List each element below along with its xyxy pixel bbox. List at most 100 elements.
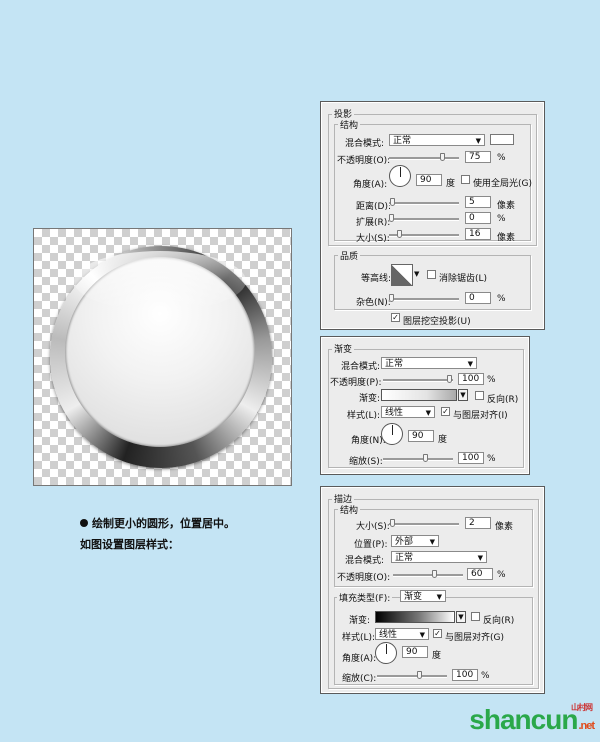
stroke-opacity-slider[interactable] xyxy=(393,570,463,578)
quality-title: 品质 xyxy=(338,249,361,262)
go-angle-input[interactable]: 90 xyxy=(408,430,434,442)
size-input[interactable]: 16 xyxy=(465,228,491,240)
stroke-style-select[interactable]: 线性 ▼ xyxy=(375,628,429,640)
go-gradient-label: 渐变: xyxy=(359,394,381,404)
go-opacity-slider-thumb[interactable] xyxy=(447,375,452,383)
canvas-preview xyxy=(33,228,292,486)
chevron-down-icon[interactable]: ▼ xyxy=(458,389,468,401)
go-opacity-slider[interactable] xyxy=(383,375,453,383)
global-light-checkbox[interactable] xyxy=(461,175,470,184)
noise-unit: % xyxy=(497,294,506,304)
contour-picker[interactable] xyxy=(391,264,413,286)
stroke-angle-dial[interactable] xyxy=(375,642,397,664)
chevron-down-icon: ▼ xyxy=(425,409,431,417)
instruction-line-2: 如图设置图层样式： xyxy=(80,538,179,551)
stroke-structure-title: 结构 xyxy=(338,503,361,516)
go-align-checkbox[interactable]: ✓ xyxy=(441,407,450,416)
bullet-icon xyxy=(80,519,88,527)
stroke-scale-input[interactable]: 100 xyxy=(452,669,478,681)
stroke-size-slider[interactable] xyxy=(389,519,459,527)
stroke-scale-slider[interactable] xyxy=(377,671,447,679)
go-style-select[interactable]: 线性 ▼ xyxy=(381,406,435,418)
stroke-size-slider-thumb[interactable] xyxy=(390,519,395,527)
go-scale-slider-thumb[interactable] xyxy=(423,454,428,462)
go-gradient-picker[interactable]: ▼ xyxy=(381,389,468,401)
spread-label: 扩展(R): xyxy=(356,218,391,228)
stroke-scale-unit: % xyxy=(481,671,490,681)
go-blend-mode-select[interactable]: 正常 ▼ xyxy=(381,357,477,369)
distance-slider[interactable] xyxy=(389,198,459,206)
go-scale-input[interactable]: 100 xyxy=(458,452,484,464)
stroke-blend-mode-select[interactable]: 正常 ▼ xyxy=(391,551,487,563)
opacity-input[interactable]: 75 xyxy=(465,151,491,163)
opacity-unit: % xyxy=(497,153,506,163)
stroke-reverse-checkbox[interactable] xyxy=(471,612,480,621)
opacity-slider[interactable] xyxy=(389,153,459,161)
blend-mode-select[interactable]: 正常 ▼ xyxy=(389,134,485,146)
stroke-position-select[interactable]: 外部 ▼ xyxy=(391,535,439,547)
stroke-opacity-slider-thumb[interactable] xyxy=(432,570,437,578)
chevron-down-icon[interactable]: ▼ xyxy=(456,611,466,623)
drop-shadow-panel: 投影 结构 混合模式: 正常 ▼ 不透明度(O): 75 % 角度(A): 90 … xyxy=(320,101,545,330)
shadow-color-swatch[interactable] xyxy=(490,134,514,145)
anti-alias-checkbox[interactable] xyxy=(427,270,436,279)
fill-type-label: 填充类型(F): xyxy=(337,591,393,604)
angle-unit: 度 xyxy=(446,179,456,189)
go-reverse-checkbox[interactable] xyxy=(475,391,484,400)
stroke-position-value: 外部 xyxy=(395,537,414,547)
spread-slider[interactable] xyxy=(389,214,459,222)
gradient-overlay-panel: 渐变 混合模式: 正常 ▼ 不透明度(P): 100 % 渐变: ▼ 反向(R) … xyxy=(320,336,530,475)
go-angle-unit: 度 xyxy=(438,435,448,445)
stroke-align-label: 与图层对齐(G) xyxy=(445,633,504,643)
stroke-opacity-input[interactable]: 60 xyxy=(467,568,493,580)
angle-input[interactable]: 90 xyxy=(416,174,442,186)
noise-label: 杂色(N): xyxy=(356,298,391,308)
knockout-checkbox[interactable]: ✓ xyxy=(391,313,400,322)
go-scale-slider[interactable] xyxy=(383,454,453,462)
watermark-suffix: .net xyxy=(578,720,595,732)
distance-label: 距离(D): xyxy=(356,202,391,212)
contour-label: 等高线: xyxy=(361,274,392,284)
spread-slider-thumb[interactable] xyxy=(389,214,394,222)
spread-input[interactable]: 0 xyxy=(465,212,491,224)
size-slider-thumb[interactable] xyxy=(397,230,402,238)
go-opacity-input[interactable]: 100 xyxy=(458,373,484,385)
size-unit: 像素 xyxy=(497,233,516,243)
size-slider[interactable] xyxy=(389,230,459,238)
watermark-text: shancun xyxy=(469,704,578,735)
stroke-gradient-label: 渐变: xyxy=(349,616,371,626)
stroke-angle-input[interactable]: 90 xyxy=(402,646,428,658)
stroke-style-value: 线性 xyxy=(379,630,398,640)
stroke-style-label: 样式(L): xyxy=(342,633,376,643)
noise-slider[interactable] xyxy=(389,294,459,302)
stroke-size-input[interactable]: 2 xyxy=(465,517,491,529)
stroke-position-label: 位置(P): xyxy=(354,540,388,550)
distance-slider-thumb[interactable] xyxy=(390,198,395,206)
noise-slider-thumb[interactable] xyxy=(389,294,394,302)
fill-type-select[interactable]: 渐变 ▼ xyxy=(400,590,446,602)
angle-dial-hand xyxy=(400,167,401,177)
stroke-opacity-unit: % xyxy=(497,570,506,580)
stroke-scale-label: 缩放(C): xyxy=(342,674,377,684)
stroke-size-unit: 像素 xyxy=(495,522,514,532)
stroke-angle-dial-hand xyxy=(386,644,387,654)
instruction-text-1: 绘制更小的圆形，位置居中。 xyxy=(92,517,235,530)
chevron-down-icon[interactable]: ▼ xyxy=(414,270,419,278)
go-angle-dial-hand xyxy=(392,425,393,435)
distance-input[interactable]: 5 xyxy=(465,196,491,208)
stroke-panel: 描边 结构 大小(S): 2 像素 位置(P): 外部 ▼ 混合模式: 正常 ▼ 不… xyxy=(320,486,545,694)
stroke-opacity-label: 不透明度(O): xyxy=(337,573,391,583)
chevron-down-icon: ▼ xyxy=(436,593,442,601)
noise-input[interactable]: 0 xyxy=(465,292,491,304)
opacity-slider-thumb[interactable] xyxy=(440,153,445,161)
go-opacity-unit: % xyxy=(487,375,496,385)
gradient-overlay-title: 渐变 xyxy=(332,342,355,355)
go-angle-dial[interactable] xyxy=(381,423,403,445)
stroke-blend-mode-label: 混合模式: xyxy=(345,556,385,566)
stroke-scale-slider-thumb[interactable] xyxy=(417,671,422,679)
stroke-gradient-picker[interactable]: ▼ xyxy=(375,611,466,623)
angle-dial[interactable] xyxy=(389,165,411,187)
instruction-line-1: 绘制更小的圆形，位置居中。 xyxy=(80,515,235,531)
stroke-align-checkbox[interactable]: ✓ xyxy=(433,629,442,638)
spread-unit: % xyxy=(497,214,506,224)
